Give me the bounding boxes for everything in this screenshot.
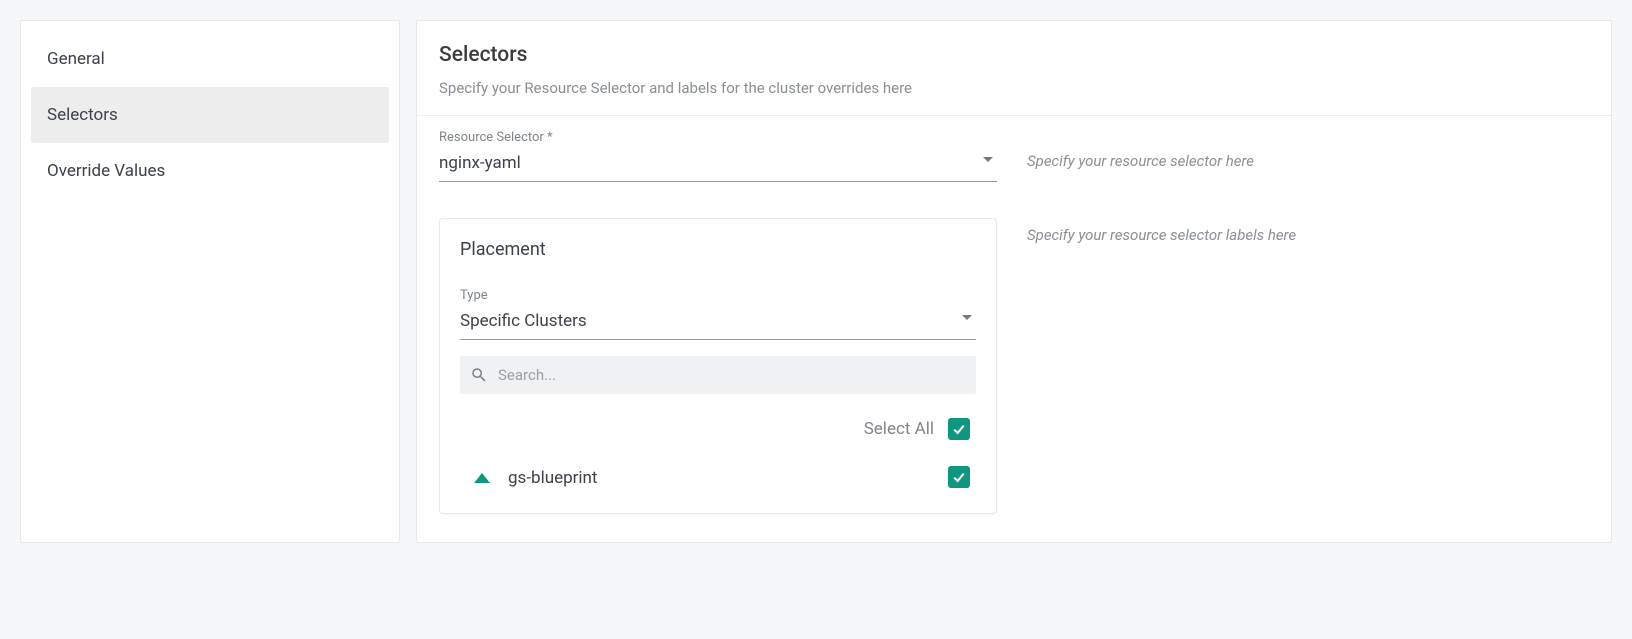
chevron-down-icon (962, 315, 972, 320)
resource-selector-helper: Specify your resource selector here (997, 130, 1589, 170)
placement-row: Placement Type Specific Clusters Select … (417, 190, 1611, 522)
nav-item-override-values[interactable]: Override Values (31, 143, 389, 199)
check-icon (951, 421, 967, 437)
placement-type-select[interactable]: Specific Clusters (460, 309, 976, 340)
panel-title: Selectors (439, 43, 1589, 67)
resource-selector-row: Resource Selector * nginx-yaml Specify y… (417, 116, 1611, 190)
resource-selector-label: Resource Selector * (439, 130, 997, 145)
panel-header: Selectors Specify your Resource Selector… (417, 21, 1611, 116)
chevron-down-icon (983, 157, 993, 162)
cluster-search[interactable] (460, 356, 976, 394)
search-icon (470, 366, 488, 384)
select-all-row: Select All (460, 394, 976, 440)
placement-helper: Specify your resource selector labels he… (997, 204, 1589, 244)
resource-selector-value: nginx-yaml (439, 153, 521, 173)
cluster-name: gs-blueprint (508, 468, 948, 488)
cluster-row: gs-blueprint (460, 440, 976, 489)
placement-card: Placement Type Specific Clusters Select … (439, 218, 997, 514)
check-icon (951, 469, 967, 485)
cluster-checkbox[interactable] (948, 466, 970, 488)
nav-item-selectors[interactable]: Selectors (31, 87, 389, 143)
cluster-search-input[interactable] (498, 366, 966, 384)
panel-subtitle: Specify your Resource Selector and label… (439, 79, 1589, 97)
selectors-panel: Selectors Specify your Resource Selector… (416, 20, 1612, 543)
nav-item-general[interactable]: General (31, 31, 389, 87)
sidebar-nav: General Selectors Override Values (20, 20, 400, 543)
resource-selector-select[interactable]: nginx-yaml (439, 151, 997, 182)
select-all-checkbox[interactable] (948, 418, 970, 440)
placement-type-label: Type (460, 288, 976, 303)
caret-up-icon[interactable] (474, 473, 490, 483)
select-all-label: Select All (864, 419, 934, 439)
placement-type-value: Specific Clusters (460, 311, 587, 331)
placement-title: Placement (460, 239, 976, 260)
